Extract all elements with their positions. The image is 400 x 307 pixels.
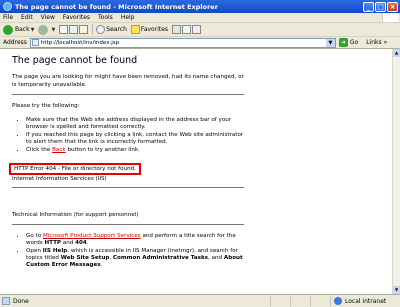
search-button[interactable]: Search — [96, 25, 127, 34]
chevron-down-icon[interactable]: ▼ — [31, 27, 35, 33]
favorites-label: Favorites — [140, 26, 169, 33]
address-input[interactable]: http://localhost/inv/index.jsp ▼ — [29, 37, 336, 48]
maximize-button[interactable]: □ — [375, 1, 386, 12]
print-icon[interactable] — [192, 25, 202, 34]
address-url[interactable]: http://localhost/inv/index.jsp — [41, 40, 326, 46]
status-cell — [310, 296, 330, 306]
security-zone: Local intranet — [330, 296, 400, 306]
minimize-button[interactable]: _ — [363, 1, 374, 12]
status-text: Done — [13, 297, 29, 305]
error-highlight-box: HTTP Error 404 - File or directory not f… — [9, 162, 141, 175]
menu-edit[interactable]: Edit — [21, 14, 33, 21]
page-heading: The page cannot be found — [12, 55, 138, 66]
keyword-admin-tasks: Common Administrative Tasks — [112, 255, 209, 261]
keyword-http: HTTP — [44, 240, 61, 246]
keyword-web-site-setup: Web Site Setup — [60, 255, 110, 261]
list-item: Open IIS Help, which is accessible in II… — [26, 248, 244, 269]
forward-arrow-icon — [38, 24, 49, 35]
divider — [12, 224, 244, 225]
search-label: Search — [106, 26, 127, 33]
status-bar: Done Local intranet — [0, 294, 400, 307]
page-icon — [31, 39, 39, 46]
zone-label: Local intranet — [345, 297, 387, 305]
home-icon[interactable] — [79, 25, 89, 34]
list-item: Make sure that the Web site address disp… — [26, 117, 244, 131]
vertical-scrollbar[interactable]: ▲ ▼ — [392, 49, 400, 294]
menu-bar: File Edit View Favorites Tools Help — [0, 13, 400, 23]
divider — [12, 94, 244, 95]
chevron-down-icon[interactable]: ▼ — [325, 38, 335, 47]
list-item-text: button to try another link. — [65, 146, 140, 153]
search-icon — [96, 25, 106, 34]
close-button[interactable]: × — [387, 1, 398, 12]
list-item-text: . — [86, 240, 89, 246]
ie-logo-icon — [3, 2, 12, 11]
globe-icon — [334, 297, 342, 305]
scroll-up-icon[interactable]: ▲ — [393, 49, 400, 57]
suggestions-list: Make sure that the Web site address disp… — [26, 117, 244, 154]
list-item-text: Click the — [26, 146, 53, 153]
window-title: The page cannot be found - Microsoft Int… — [15, 2, 218, 11]
menu-favorites[interactable]: Favorites — [63, 14, 90, 21]
address-label: Address — [3, 39, 27, 46]
favorites-star-icon — [130, 25, 140, 34]
go-arrow-icon: ➜ — [338, 38, 348, 47]
windows-flag-icon — [382, 13, 398, 22]
chevron-down-icon[interactable]: ▼ — [51, 27, 55, 33]
forward-button[interactable]: ▼ — [38, 24, 55, 35]
refresh-icon[interactable] — [69, 25, 79, 34]
error-message: HTTP Error 404 - File or directory not f… — [14, 165, 136, 172]
links-button[interactable]: Links — [366, 39, 381, 46]
back-arrow-icon — [3, 24, 13, 35]
list-item-text: Open — [26, 248, 43, 254]
try-text: Please try the following: — [12, 103, 80, 109]
mail-icon[interactable] — [182, 25, 192, 34]
go-label: Go — [349, 39, 359, 46]
keyword-404: 404 — [75, 240, 87, 246]
stop-icon[interactable] — [59, 25, 69, 34]
tech-list: Go to Microsoft Product Support Services… — [26, 233, 244, 269]
history-icon[interactable] — [172, 25, 182, 34]
server-name: Internet Information Services (IIS) — [12, 175, 107, 182]
list-item-text: and — [61, 240, 76, 246]
menu-tools[interactable]: Tools — [98, 14, 113, 21]
favorites-button[interactable]: Favorites — [130, 25, 169, 34]
menu-view[interactable]: View — [41, 14, 55, 21]
list-item: If you reached this page by clicking a l… — [26, 132, 244, 146]
go-button[interactable]: ➜ Go — [338, 38, 359, 47]
address-bar: Address http://localhost/inv/index.jsp ▼… — [0, 37, 400, 49]
status-cell — [290, 296, 310, 306]
toolbar-separator — [92, 24, 94, 35]
back-label: Back — [15, 26, 30, 33]
back-button[interactable]: Back ▼ — [3, 24, 35, 35]
list-item-text: . — [100, 262, 103, 268]
support-link[interactable]: Microsoft Product Support Services — [43, 233, 141, 239]
title-bar: The page cannot be found - Microsoft Int… — [0, 0, 400, 13]
list-item-text: , and — [208, 255, 224, 261]
page-icon — [2, 297, 10, 305]
list-item: Click the Back button to try another lin… — [26, 147, 244, 154]
list-item-text: Go to — [26, 233, 43, 239]
toolbar: Back ▼ ▼ Search Favorites — [0, 23, 400, 37]
tech-info-heading: Technical Information (for support perso… — [12, 211, 139, 218]
menu-file[interactable]: File — [3, 14, 13, 21]
intro-text: The page you are looking for might have … — [12, 74, 244, 88]
list-item: Go to Microsoft Product Support Services… — [26, 233, 244, 247]
status-cell — [270, 296, 290, 306]
divider — [12, 186, 244, 188]
keyword-iis-help: IIS Help — [42, 248, 68, 254]
links-chevron-icon[interactable]: » — [384, 39, 388, 46]
scroll-down-icon[interactable]: ▼ — [393, 286, 400, 294]
menu-help[interactable]: Help — [121, 14, 135, 21]
page-content: The page cannot be found The page you ar… — [0, 49, 392, 294]
back-link[interactable]: Back — [52, 147, 66, 153]
